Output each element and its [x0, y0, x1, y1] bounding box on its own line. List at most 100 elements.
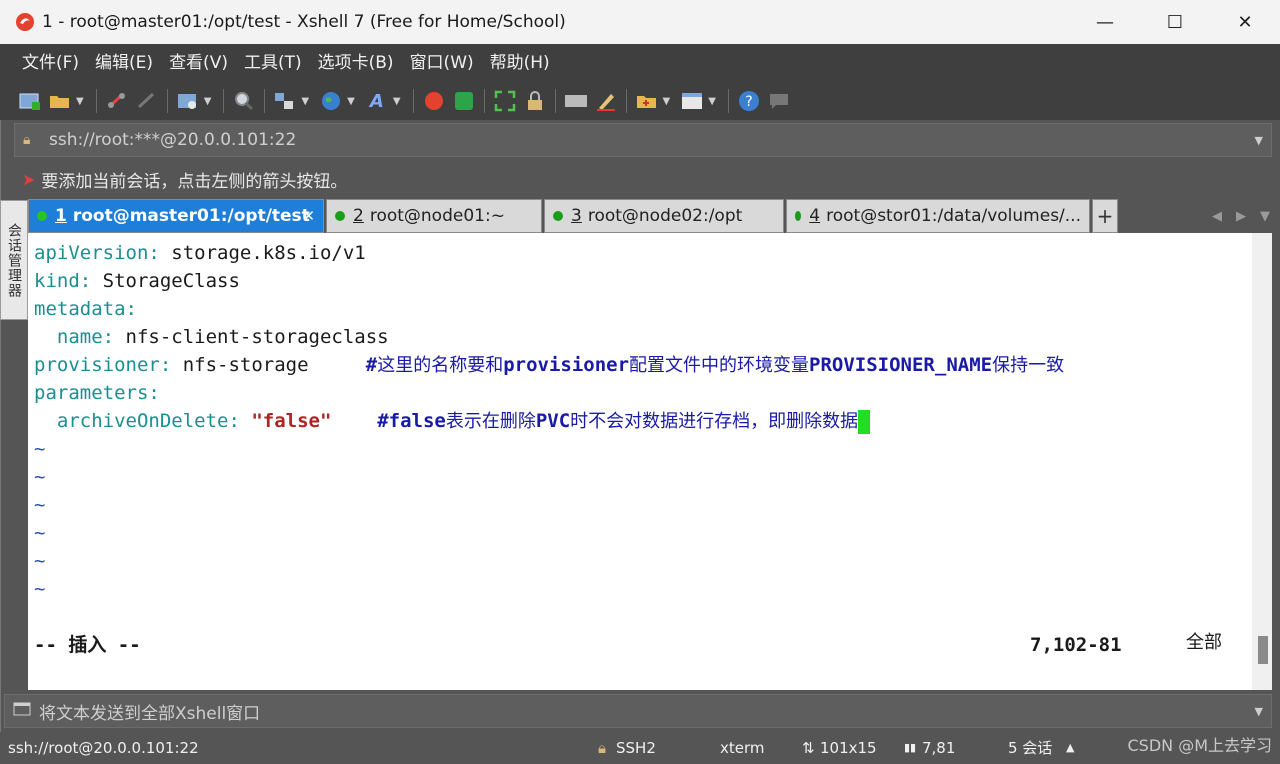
yaml-key: metadata: [34, 298, 137, 320]
highlight-icon[interactable] [594, 89, 618, 113]
xftp-icon[interactable] [452, 89, 476, 113]
svg-text:?: ? [745, 94, 752, 110]
font-icon[interactable]: A [365, 89, 389, 113]
help-icon[interactable]: ? [737, 89, 761, 113]
status-terminal-size: 101x15 [820, 739, 877, 757]
terminal-view[interactable]: apiVersion: storage.k8s.io/v1 kind: Stor… [28, 233, 1252, 690]
tab-next-icon[interactable]: ▶ [1236, 209, 1246, 224]
tab-session-2[interactable]: 2 root@node01:~ [326, 199, 542, 233]
yaml-comment: PVC [535, 410, 571, 432]
lock-icon: 🔒︎ [23, 132, 31, 148]
empty-line-tilde: ~ [34, 494, 46, 516]
menu-file[interactable]: 文件(F) [14, 44, 87, 82]
add-session-arrow-icon[interactable]: ➤ [22, 170, 35, 189]
yaml-key: archiveOnDelete: [34, 410, 240, 432]
new-session-icon[interactable] [18, 89, 42, 113]
menu-bar: 文件(F) 编辑(E) 查看(V) 工具(T) 选项卡(B) 窗口(W) 帮助(… [0, 44, 1280, 82]
tab-label: root@node01:~ [369, 206, 505, 226]
cursor-position-icon: ▮▮ [904, 741, 917, 754]
menu-edit[interactable]: 编辑(E) [87, 44, 161, 82]
empty-line-tilde: ~ [34, 438, 46, 460]
tab-list-dropdown-icon[interactable]: ▼ [1260, 209, 1270, 224]
tab-navigation: ◀ ▶ ▼ [1212, 199, 1270, 233]
yaml-value: storage.k8s.io/v1 [159, 242, 366, 264]
menu-help[interactable]: 帮助(H) [482, 44, 558, 82]
tab-session-4[interactable]: 4 root@stor01:/data/volumes/... [786, 199, 1090, 233]
compose-icon [13, 702, 31, 720]
tab-label: root@stor01:/data/volumes/... [826, 206, 1081, 226]
yaml-comment: provisioner [503, 354, 630, 376]
tab-strip: 1 root@master01:/opt/test ✕ 2 root@node0… [28, 199, 1118, 233]
minimize-button[interactable]: — [1070, 0, 1140, 44]
globe-icon[interactable] [319, 89, 343, 113]
address-bar[interactable]: 🔒︎ ssh://root:***@20.0.0.101:22 ▼ [14, 123, 1272, 157]
menu-window[interactable]: 窗口(W) [402, 44, 482, 82]
watermark: CSDN @M上去学习 [1127, 736, 1272, 755]
tab-session-1[interactable]: 1 root@master01:/opt/test ✕ [28, 199, 324, 233]
lock-icon: 🔒︎ [598, 739, 606, 757]
compose-placeholder: 将文本发送到全部Xshell窗口 [39, 703, 261, 724]
yaml-value: StorageClass [91, 270, 240, 292]
resize-icon: ⇅ [802, 739, 815, 757]
transfer-dropdown-icon[interactable]: ▼ [301, 96, 309, 107]
status-sessions[interactable]: 5 会话 [1008, 732, 1052, 764]
layout-icon[interactable] [680, 89, 704, 113]
menu-tabs[interactable]: 选项卡(B) [310, 44, 402, 82]
new-tab-icon[interactable] [635, 89, 659, 113]
close-tab-icon[interactable]: ✕ [302, 207, 315, 225]
tab-prev-icon[interactable]: ◀ [1212, 209, 1222, 224]
xshell-logo-icon [14, 11, 36, 33]
menu-tools[interactable]: 工具(T) [236, 44, 310, 82]
properties-icon[interactable] [176, 89, 200, 113]
add-tab-button[interactable]: + [1092, 199, 1118, 233]
menu-view[interactable]: 查看(V) [161, 44, 236, 82]
yaml-comment: 表示在删除 [445, 411, 536, 432]
compose-bar[interactable]: 将文本发送到全部Xshell窗口 ▼ [4, 694, 1272, 728]
status-cursor-position: 7,81 [922, 739, 956, 757]
open-dropdown-icon[interactable]: ▼ [76, 96, 84, 107]
status-terminal-type: xterm [720, 739, 765, 757]
status-connection: ssh://root@20.0.0.101:22 [8, 739, 199, 757]
tab-label: root@master01:/opt/test [72, 206, 310, 226]
status-bar: ssh://root@20.0.0.101:22 🔒︎ SSH2 xterm ⇅… [0, 732, 1280, 764]
tab-session-3[interactable]: 3 root@node02:/opt [544, 199, 784, 233]
empty-line-tilde: ~ [34, 550, 46, 572]
yaml-comment: PROVISIONER_NAME [809, 354, 993, 376]
yaml-key: kind: [34, 270, 92, 292]
close-button[interactable]: ✕ [1210, 0, 1280, 44]
scrollbar-thumb[interactable] [1258, 636, 1268, 664]
lock-icon[interactable] [523, 89, 547, 113]
toolbar: ▼ ▼ ▼ ▼ A ▼ ▼ ▼ ? [0, 82, 1280, 120]
reconnect-icon[interactable] [105, 89, 129, 113]
chat-icon[interactable] [767, 89, 791, 113]
compose-dropdown-icon[interactable]: ▼ [1255, 705, 1263, 718]
find-icon[interactable] [232, 89, 256, 113]
hint-text: 要添加当前会话，点击左侧的箭头按钮。 [41, 171, 348, 192]
keyboard-icon[interactable] [564, 89, 588, 113]
address-value: ssh://root:***@20.0.0.101:22 [49, 130, 297, 150]
maximize-button[interactable]: ☐ [1140, 0, 1210, 44]
tab-number: 3 [571, 206, 582, 226]
transfer-icon[interactable] [273, 89, 297, 113]
fullscreen-icon[interactable] [493, 89, 517, 113]
terminal-scrollbar[interactable] [1252, 233, 1272, 690]
address-dropdown-icon[interactable]: ▼ [1255, 134, 1263, 147]
sessions-up-icon[interactable]: ▲ [1066, 732, 1074, 764]
open-folder-icon[interactable] [48, 89, 72, 113]
yaml-comment: 保持一致 [992, 355, 1065, 376]
text-cursor [858, 409, 871, 434]
globe-dropdown-icon[interactable]: ▼ [347, 96, 355, 107]
font-dropdown-icon[interactable]: ▼ [393, 96, 401, 107]
tab-number: 2 [353, 206, 364, 226]
disconnect-icon[interactable] [135, 89, 159, 113]
new-tab-dropdown-icon[interactable]: ▼ [663, 96, 671, 107]
tab-number: 4 [809, 206, 821, 226]
xshell-icon[interactable] [422, 89, 446, 113]
yaml-comment: # [365, 354, 378, 376]
properties-dropdown-icon[interactable]: ▼ [204, 96, 212, 107]
session-manager-toggle[interactable]: 会话管理器 [0, 200, 28, 320]
layout-dropdown-icon[interactable]: ▼ [708, 96, 716, 107]
vim-cursor-position: 7,102-81 [1030, 634, 1122, 656]
yaml-key: parameters: [34, 382, 160, 404]
